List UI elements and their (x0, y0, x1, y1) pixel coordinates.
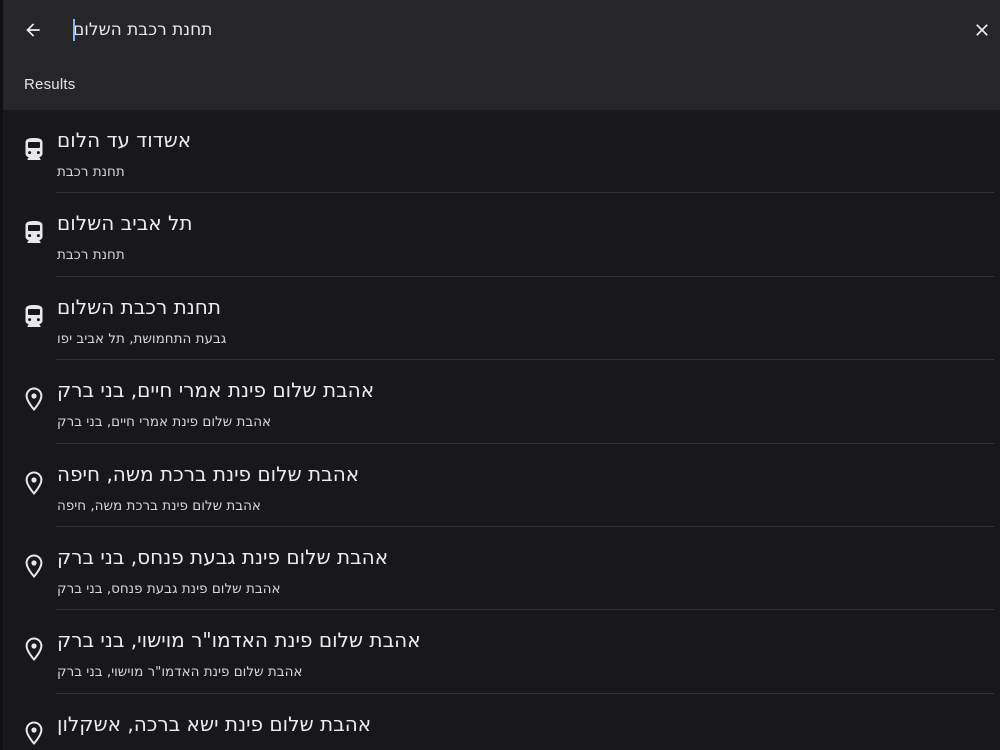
result-item[interactable]: אהבת שלום פינת אמרי חיים, בני ברק אהבת ש… (3, 360, 1000, 444)
result-item[interactable]: אהבת שלום פינת גבעת פנחס, בני ברק אהבת ש… (3, 527, 1000, 611)
result-subtitle: גבעת התחמושת, תל אביב יפו (57, 330, 227, 347)
result-item[interactable]: אהבת שלום פינת ישא ברכה, אשקלון (3, 694, 1000, 750)
result-title: אשדוד עד הלום (57, 128, 192, 152)
result-title: תחנת רכבת השלום (57, 294, 221, 319)
train-icon (23, 136, 45, 162)
location-pin-icon (23, 553, 45, 579)
result-item[interactable]: תחנת רכבת השלום גבעת התחמושת, תל אביב יפ… (3, 277, 1000, 361)
result-item[interactable]: אהבת שלום פינת האדמו"ר מוישוי, בני ברק א… (3, 610, 1000, 694)
result-subtitle: תחנת רכבת (57, 247, 125, 264)
result-item[interactable]: תל אביב השלום תחנת רכבת (3, 193, 1000, 277)
result-title: אהבת שלום פינת ישא ברכה, אשקלון (57, 711, 372, 736)
result-subtitle: אהבת שלום פינת האדמו"ר מוישוי, בני ברק (57, 664, 303, 681)
result-item[interactable]: אהבת שלום פינת ברכת משה, חיפה אהבת שלום … (3, 444, 1000, 527)
result-subtitle: אהבת שלום פינת גבעת פנחס, בני ברק (57, 580, 281, 597)
result-subtitle: תחנת רכבת (57, 164, 125, 180)
train-icon (23, 303, 45, 329)
text-caret (73, 19, 75, 41)
result-title: אהבת שלום פינת אמרי חיים, בני ברק (57, 378, 375, 403)
location-pin-icon (23, 386, 45, 412)
train-icon (23, 219, 45, 245)
results-list: אשדוד עד הלום תחנת רכבת תל אביב השלום תח… (3, 110, 1000, 750)
result-item[interactable]: אשדוד עד הלום תחנת רכבת (3, 110, 1000, 194)
search-header: Results (3, 0, 1000, 110)
app-window: Results אשדוד עד הלום תחנת רכבת (0, 0, 1000, 750)
back-button[interactable] (17, 14, 49, 46)
result-title: אהבת שלום פינת האדמו"ר מוישוי, בני ברק (57, 628, 421, 653)
search-input[interactable] (69, 14, 949, 46)
result-title: אהבת שלום פינת גבעת פנחס, בני ברק (57, 544, 389, 569)
location-pin-icon (23, 470, 45, 496)
arrow-back-icon (26, 23, 40, 37)
location-pin-icon (23, 720, 45, 746)
location-pin-icon (23, 636, 45, 662)
close-icon (976, 24, 988, 36)
result-subtitle: אהבת שלום פינת ברכת משה, חיפה (57, 497, 261, 514)
close-button[interactable] (966, 14, 998, 46)
result-title: תל אביב השלום (57, 211, 193, 236)
result-title: אהבת שלום פינת ברכת משה, חיפה (57, 461, 360, 486)
results-heading: Results (24, 76, 76, 93)
result-subtitle: אהבת שלום פינת אמרי חיים, בני ברק (57, 414, 272, 431)
